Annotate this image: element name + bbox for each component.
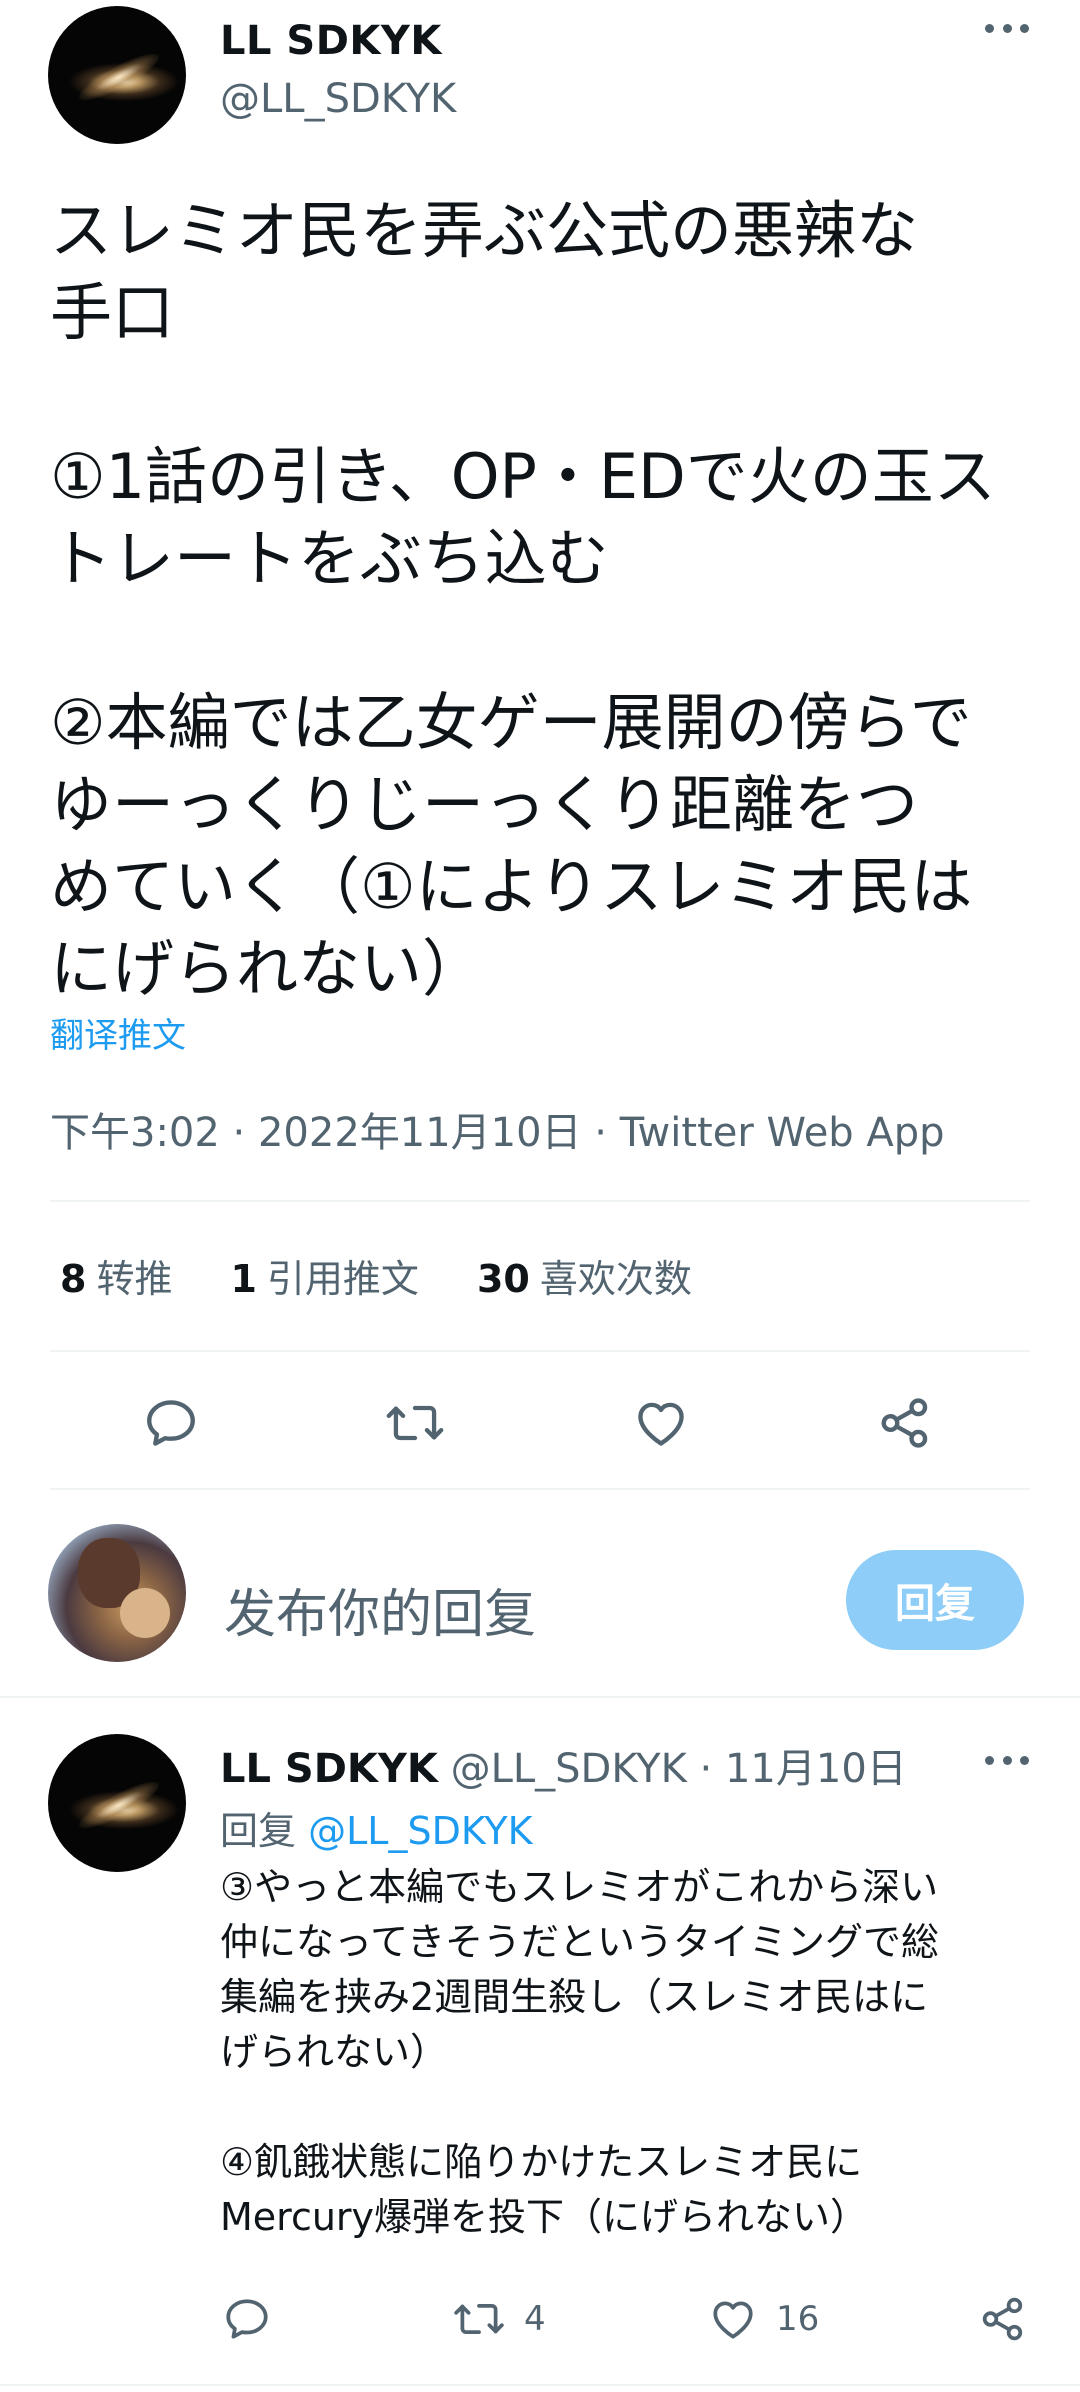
tweet-stats: 8 转推 1 引用推文 30 喜欢次数	[60, 1248, 692, 1303]
share-icon	[881, 1398, 928, 1448]
quotes-count: 1	[230, 1257, 257, 1301]
divider	[50, 1350, 1030, 1352]
share-icon	[982, 2297, 1023, 2341]
translate-tweet-link[interactable]: 翻译推文	[50, 1008, 186, 1057]
reply-like-count: 16	[776, 2299, 820, 2339]
share-button[interactable]	[876, 1394, 934, 1452]
reply-submit-button[interactable]: 回复	[846, 1550, 1024, 1650]
reply-icon	[226, 2299, 268, 2339]
replying-to-mention[interactable]: @LL_SDKYK	[308, 1809, 532, 1853]
reply-like-button[interactable]: 16	[708, 2294, 819, 2344]
reply-author-avatar[interactable]	[48, 1734, 186, 1872]
reply-author-handle[interactable]: @LL_SDKYK	[451, 1746, 687, 1792]
divider	[0, 2384, 1080, 2386]
more-options-icon[interactable]	[985, 21, 1029, 35]
retweets-stat[interactable]: 8 转推	[60, 1248, 172, 1303]
reply-reply-button[interactable]	[222, 2294, 272, 2344]
reply-share-button[interactable]	[978, 2294, 1028, 2344]
reply-button[interactable]	[142, 1394, 200, 1452]
divider	[50, 1488, 1030, 1490]
reply-header: LL SDKYK @LL_SDKYK · 11月10日	[220, 1736, 907, 1794]
author-handle[interactable]: @LL_SDKYK	[220, 76, 456, 122]
reply-retweet-count: 4	[524, 2299, 546, 2339]
retweets-count: 8	[60, 1257, 87, 1301]
reply-author-name[interactable]: LL SDKYK	[220, 1746, 438, 1792]
tweet-timestamp[interactable]: 下午3:02 · 2022年11月10日 · Twitter Web App	[50, 1100, 945, 1158]
replying-to-prefix: 回复	[220, 1809, 297, 1853]
reply-retweet-button[interactable]: 4	[452, 2294, 546, 2344]
tweet-text: スレミオ民を弄ぶ公式の悪辣な 手口 ①1話の引き、OP・EDで火の玉ス トレート…	[50, 194, 996, 1005]
divider	[0, 1696, 1080, 1698]
reply-input[interactable]: 发布你的回复	[224, 1572, 536, 1647]
replying-to: 回复 @LL_SDKYK	[220, 1800, 533, 1855]
quotes-label: 引用推文	[266, 1257, 419, 1301]
tweet-detail-page: LL SDKYK @LL_SDKYK スレミオ民を弄ぶ公式の悪辣な 手口 ①1話…	[0, 0, 1080, 2392]
reply-more-options-icon[interactable]	[985, 1753, 1029, 1767]
divider	[50, 1200, 1030, 1202]
current-user-avatar[interactable]	[48, 1524, 186, 1662]
likes-stat[interactable]: 30 喜欢次数	[477, 1248, 692, 1303]
author-name[interactable]: LL SDKYK	[220, 18, 442, 64]
retweet-icon	[454, 2304, 504, 2334]
retweet-button[interactable]	[384, 1394, 446, 1452]
reply-date[interactable]: 11月10日	[725, 1746, 907, 1792]
author-avatar[interactable]	[48, 6, 186, 144]
like-icon	[713, 2301, 753, 2339]
retweet-icon	[386, 1405, 444, 1441]
like-icon	[638, 1402, 684, 1446]
likes-label: 喜欢次数	[539, 1257, 692, 1301]
likes-count: 30	[476, 1257, 530, 1301]
quotes-stat[interactable]: 1 引用推文	[230, 1248, 418, 1303]
retweets-label: 转推	[96, 1257, 173, 1301]
like-button[interactable]	[632, 1394, 690, 1452]
reply-icon	[147, 1400, 195, 1446]
reply-text: ③やっと本編でもスレミオがこれから深い 仲になってきそうだというタイミングで総 …	[220, 1865, 939, 2239]
reply-separator: ·	[699, 1746, 713, 1792]
